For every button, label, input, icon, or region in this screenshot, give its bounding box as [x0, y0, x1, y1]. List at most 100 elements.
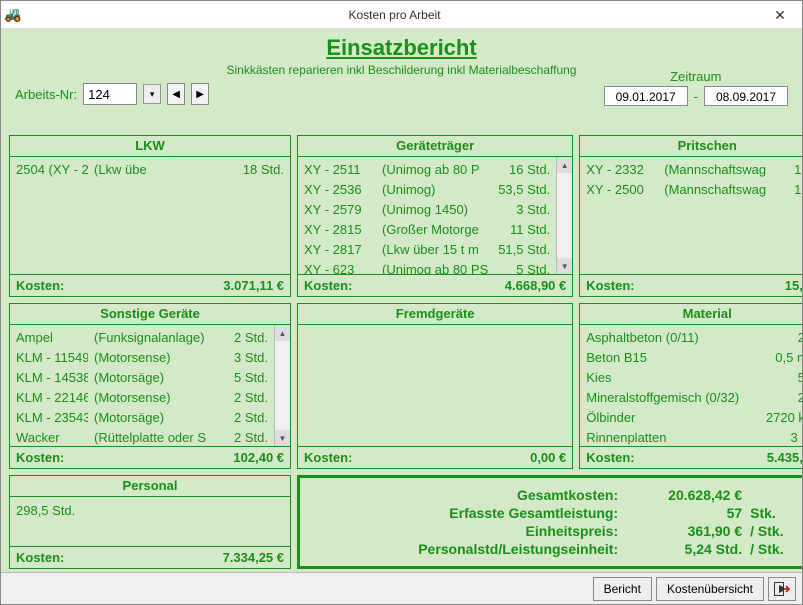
list-item[interactable]: KLM - 221466(Motorsense)2 Std.: [16, 388, 270, 408]
list[interactable]: XY - 2511(Unimog ab 80 P16 Std.XY - 2536…: [298, 157, 556, 274]
list-item[interactable]: KLM - 115493(Motorsense)3 Std.: [16, 348, 270, 368]
next-button[interactable]: ▶: [191, 83, 209, 105]
list-item[interactable]: Asphaltbeton (0/11)2 t: [586, 328, 802, 348]
list-item[interactable]: KLM - 235430(Motorsäge)2 Std.: [16, 408, 270, 428]
list-item[interactable]: Beton B150,5 m³: [586, 348, 802, 368]
list[interactable]: [298, 325, 572, 446]
panel-material: Material Asphaltbeton (0/11)2 tBeton B15…: [579, 303, 802, 469]
date-from-input[interactable]: 09.01.2017: [604, 86, 688, 106]
cell-name: (Lkw übe: [88, 160, 222, 180]
prev-button[interactable]: ◀: [167, 83, 185, 105]
summary-label: Personalstd/Leistungseinheit:: [312, 541, 632, 557]
list[interactable]: Ampel(Funksignalanlage)2 Std.KLM - 11549…: [10, 325, 274, 446]
content-area: Einsatzbericht Sinkkästen reparieren ink…: [1, 29, 802, 572]
zeitraum-group: Zeitraum 09.01.2017 - 08.09.2017: [604, 69, 788, 106]
scrollbar[interactable]: ▲ ▼: [556, 157, 572, 274]
scroll-up-icon[interactable]: ▲: [557, 157, 572, 173]
window-title: Kosten pro Arbeit: [29, 8, 760, 22]
cell-id: KLM - 145380: [16, 368, 88, 388]
cell-value: 0,5 m³: [750, 348, 802, 368]
cell-value: 1 Std.: [766, 180, 802, 200]
list-item[interactable]: XY - 2536(Unimog)53,5 Std.: [304, 180, 552, 200]
panel-body: Asphaltbeton (0/11)2 tBeton B150,5 m³Kie…: [580, 325, 802, 446]
arbeits-nr-label: Arbeits-Nr:: [15, 87, 77, 102]
list-item[interactable]: Mineralstoffgemisch (0/32)2 t: [586, 388, 802, 408]
arbeits-nr-select[interactable]: 124: [83, 83, 137, 105]
kosten-value: 7.334,25 €: [223, 550, 284, 565]
list-item[interactable]: XY - 2579(Unimog 1450)3 Std.: [304, 200, 552, 220]
cell-name: (Unimog 1450): [376, 200, 488, 220]
scrollbar[interactable]: ▲ ▼: [274, 325, 290, 446]
cell-id: XY - 2536: [304, 180, 376, 200]
kosten-value: 15,80 €: [785, 278, 802, 293]
list-item[interactable]: KLM - 145380(Motorsäge)5 Std.: [16, 368, 270, 388]
summary-row: Erfasste Gesamtleistung:57Stk.: [312, 505, 802, 521]
panel-title: Personal: [10, 476, 290, 497]
panel-footer: Kosten: 5.435,96 €: [580, 446, 802, 468]
cell-value: 2 Std.: [206, 428, 270, 446]
cell-name: (Großer Motorge: [376, 220, 488, 240]
scroll-down-icon[interactable]: ▼: [557, 258, 572, 274]
kosten-value: 102,40 €: [233, 450, 284, 465]
list-item[interactable]: Kies5 t: [586, 368, 802, 388]
kosten-label: Kosten:: [16, 550, 64, 565]
list-item[interactable]: XY - 2815(Großer Motorge11 Std.: [304, 220, 552, 240]
cell-name: (Rüttelplatte oder S: [88, 428, 206, 446]
panel-title: Pritschen: [580, 136, 802, 157]
report-title: Einsatzbericht: [9, 35, 794, 61]
panel-title: Fremdgeräte: [298, 304, 572, 325]
cell-value: 2 t: [750, 328, 802, 348]
cell-id: XY - 2815: [304, 220, 376, 240]
panel-pritschen: Pritschen XY - 2332(Mannschaftswag1 Std.…: [579, 135, 802, 297]
scroll-down-icon[interactable]: ▼: [275, 430, 290, 446]
kosten-label: Kosten:: [586, 278, 634, 293]
scroll-up-icon[interactable]: ▲: [275, 325, 290, 341]
cell-name: (Funksignalanlage): [88, 328, 206, 348]
kosten-value: 5.435,96 €: [767, 450, 802, 465]
list-item[interactable]: XY - 2817(Lkw über 15 t m51,5 Std.: [304, 240, 552, 260]
list-item[interactable]: Rinnenplatten3 m: [586, 428, 802, 446]
scroll-track[interactable]: [557, 173, 572, 258]
list-item[interactable]: XY - 2332(Mannschaftswag1 Std.: [586, 160, 802, 180]
cell-name: (Motorsense): [88, 348, 206, 368]
kostenuebersicht-button[interactable]: Kostenübersicht: [656, 577, 764, 601]
chevron-down-icon[interactable]: ▾: [143, 84, 161, 104]
summary-unit: / Stk.: [742, 523, 802, 539]
panel-body: [298, 325, 572, 446]
summary-value: 5,24 Std.: [632, 541, 742, 557]
cell-value: 3 Std.: [488, 200, 552, 220]
cell-name: (Motorsäge): [88, 368, 206, 388]
list-item[interactable]: Ampel(Funksignalanlage)2 Std.: [16, 328, 270, 348]
cell-id: XY - 2332: [586, 160, 658, 180]
list-item[interactable]: XY - 2511(Unimog ab 80 P16 Std.: [304, 160, 552, 180]
scroll-track[interactable]: [275, 341, 290, 430]
panel-fremd: Fremdgeräte Kosten: 0,00 €: [297, 303, 573, 469]
kosten-value: 0,00 €: [530, 450, 566, 465]
close-icon[interactable]: ✕: [760, 3, 800, 27]
list-item[interactable]: Ölbinder2720 kg: [586, 408, 802, 428]
kosten-value: 4.668,90 €: [505, 278, 566, 293]
cell-id: XY - 2511: [304, 160, 376, 180]
cell-name: Beton B15: [586, 348, 750, 368]
cell-id: XY - 2500: [586, 180, 658, 200]
exit-button[interactable]: [768, 577, 796, 601]
cell-id: XY - 623: [304, 260, 376, 274]
list-item[interactable]: XY - 623(Unimog ab 80 PS5 Std.: [304, 260, 552, 274]
list[interactable]: XY - 2332(Mannschaftswag1 Std.XY - 2500(…: [580, 157, 802, 274]
app-window: 🚜 Kosten pro Arbeit ✕ Einsatzbericht Sin…: [0, 0, 803, 605]
cell-id: KLM - 115493: [16, 348, 88, 368]
cell-id: XY - 2817: [304, 240, 376, 260]
cell-value: 2720 kg: [750, 408, 802, 428]
kosten-label: Kosten:: [304, 450, 352, 465]
cell-name: Rinnenplatten: [586, 428, 750, 446]
kosten-label: Kosten:: [304, 278, 352, 293]
cell-value: 51,5 Std.: [488, 240, 552, 260]
list-item[interactable]: XY - 2500(Mannschaftswag1 Std.: [586, 180, 802, 200]
list[interactable]: Asphaltbeton (0/11)2 tBeton B150,5 m³Kie…: [580, 325, 802, 446]
list-item[interactable]: 2504 (XY - 2504)(Lkw übe18 Std.: [16, 160, 286, 180]
panel-footer: Kosten: 102,40 €: [10, 446, 290, 468]
date-to-input[interactable]: 08.09.2017: [704, 86, 788, 106]
bericht-button[interactable]: Bericht: [593, 577, 652, 601]
list[interactable]: 2504 (XY - 2504)(Lkw übe18 Std.: [10, 157, 290, 274]
list-item[interactable]: Wacker(Rüttelplatte oder S2 Std.: [16, 428, 270, 446]
